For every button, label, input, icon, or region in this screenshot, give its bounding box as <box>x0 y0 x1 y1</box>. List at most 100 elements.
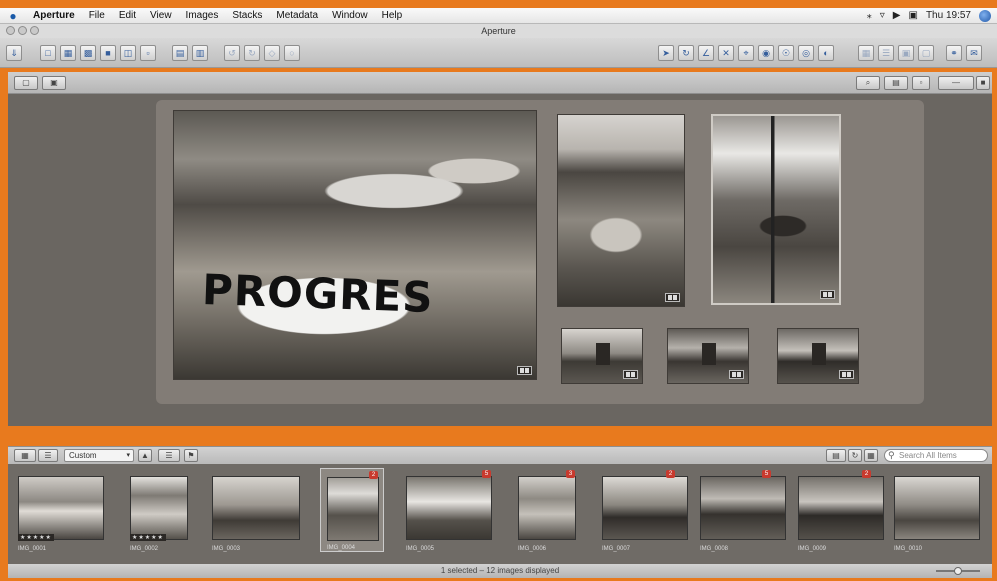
spot-patch-icon[interactable]: ◎ <box>798 45 814 61</box>
zoom-window-icon[interactable] <box>30 26 39 35</box>
photo-boat-beach[interactable] <box>557 114 685 307</box>
search-field[interactable]: ⚲ Search All Items <box>884 449 988 462</box>
stack-count-badge: 3 <box>566 470 575 478</box>
viewer-large-icon[interactable]: ■ <box>976 76 990 90</box>
select-icon[interactable]: ➤ <box>658 45 674 61</box>
thumbnail-image <box>602 476 688 540</box>
rotate-browser-icon[interactable]: ↻ <box>848 449 862 462</box>
filmstrip-thumb[interactable]: IMG_0010 <box>888 468 982 552</box>
menu-file[interactable]: File <box>82 10 112 21</box>
status-bar: 1 selected – 12 images displayed <box>8 564 992 578</box>
viewer-small-icon[interactable]: ▫ <box>912 76 930 90</box>
filmstrip-thumb[interactable]: ★★★★★ IMG_0001 <box>12 468 106 552</box>
menu-app-name[interactable]: Aperture <box>26 10 82 21</box>
bluetooth-icon[interactable]: ⁎ <box>867 10 872 21</box>
filmstrip-thumb[interactable]: 5 IMG_0005 <box>400 468 496 552</box>
sort-order-select[interactable]: Custom ▾ <box>64 449 134 462</box>
filmstrip-thumb[interactable]: 3 IMG_0006 <box>512 468 582 552</box>
list-view-icon[interactable]: ☰ <box>878 45 894 61</box>
stack-icon[interactable]: ▤ <box>172 45 188 61</box>
window-controls <box>6 26 39 35</box>
viewer-layout-icon[interactable]: ▤ <box>884 76 908 90</box>
list-browser-icon[interactable]: ☰ <box>38 449 58 462</box>
new-light-table-icon[interactable]: ■ <box>100 45 116 61</box>
adjust-icon[interactable]: ○ <box>284 45 300 61</box>
menu-view[interactable]: View <box>143 10 179 21</box>
filmstrip-thumb[interactable]: 5 IMG_0008 <box>694 468 788 552</box>
show-projects-icon[interactable]: ▢ <box>14 76 38 90</box>
grid-view-icon[interactable]: ▦ <box>858 45 874 61</box>
spotlight-icon[interactable] <box>979 9 991 22</box>
unstack-icon[interactable]: ▥ <box>192 45 208 61</box>
full-screen-icon[interactable]: ▢ <box>918 45 934 61</box>
filmstrip-thumb[interactable]: 2 IMG_0009 <box>792 468 886 552</box>
thumbnail-caption: IMG_0005 <box>406 546 435 552</box>
filmstrip-thumb[interactable]: ★★★★★ IMG_0002 <box>124 468 192 552</box>
thumbnail-image <box>700 476 786 540</box>
crop-icon[interactable]: ✕ <box>718 45 734 61</box>
menu-extras: ⁎ ▿ ▶ ▣ Thu 19:57 <box>867 9 997 22</box>
import-icon[interactable]: ⇓ <box>6 45 22 61</box>
menu-window[interactable]: Window <box>325 10 375 21</box>
show-inspector-icon[interactable]: ▣ <box>42 76 66 90</box>
email-icon[interactable]: ✉ <box>966 45 982 61</box>
thumbnail-image <box>894 476 980 540</box>
photo-church-1[interactable] <box>561 328 643 384</box>
thumbnail-caption: IMG_0001 <box>18 546 47 552</box>
photo-badge-icon <box>839 370 854 379</box>
grid-browser-icon[interactable]: ▦ <box>14 449 36 462</box>
photo-church-3[interactable] <box>777 328 859 384</box>
minimize-window-icon[interactable] <box>18 26 27 35</box>
stack-count-badge: 5 <box>762 470 771 478</box>
adjust-hud-icon[interactable]: ◐ <box>818 45 834 61</box>
thumbnail-image <box>130 476 188 540</box>
filmstrip-thumb-selected[interactable]: 2 IMG_0004 <box>320 468 384 552</box>
photo-church-2[interactable] <box>667 328 749 384</box>
menu-edit[interactable]: Edit <box>112 10 143 21</box>
sort-direction-icon[interactable]: ▲ <box>138 449 152 462</box>
viewer-zoom-icon[interactable]: ⌕ <box>856 76 880 90</box>
lift-stamp-icon[interactable]: ◉ <box>758 45 774 61</box>
thumbnail-image <box>327 477 379 541</box>
menu-bar: ● Aperture File Edit View Images Stacks … <box>0 8 997 24</box>
rotate-tool-icon[interactable]: ↻ <box>678 45 694 61</box>
viewer-size-slider[interactable]: — <box>938 76 974 90</box>
new-smart-album-icon[interactable]: ▩ <box>80 45 96 61</box>
slider-knob[interactable] <box>954 567 962 575</box>
stack-mode-icon[interactable]: ▤ <box>826 449 846 462</box>
straighten-icon[interactable]: ∠ <box>698 45 714 61</box>
menu-images[interactable]: Images <box>179 10 226 21</box>
rotate-right-icon[interactable]: ↻ <box>244 45 260 61</box>
keyword-icon[interactable]: ⚑ <box>184 449 198 462</box>
compare-icon[interactable]: ◇ <box>264 45 280 61</box>
volume-icon[interactable]: ▶ <box>893 10 901 21</box>
menu-help[interactable]: Help <box>375 10 410 21</box>
window-title-bar: Aperture <box>0 24 997 38</box>
filter-icon[interactable]: ▦ <box>864 449 878 462</box>
loupe-icon[interactable]: ⌖ <box>738 45 754 61</box>
close-window-icon[interactable] <box>6 26 15 35</box>
wifi-icon[interactable]: ▿ <box>880 10 885 21</box>
photo-progres-boat[interactable]: PROGRES <box>173 110 537 380</box>
filmstrip-thumb[interactable]: 2 IMG_0007 <box>596 468 690 552</box>
thumbnail-size-slider[interactable] <box>926 567 988 575</box>
new-web-gallery-icon[interactable]: ▫ <box>140 45 156 61</box>
photo-cross-silhouette[interactable] <box>711 114 841 305</box>
rotate-left-icon[interactable]: ↺ <box>224 45 240 61</box>
battery-icon[interactable]: ▣ <box>909 10 918 21</box>
new-project-icon[interactable]: □ <box>40 45 56 61</box>
menu-stacks[interactable]: Stacks <box>225 10 269 21</box>
viewer-mode-icon[interactable]: ▣ <box>898 45 914 61</box>
apple-menu-icon[interactable]: ● <box>0 9 26 23</box>
new-book-icon[interactable]: ◫ <box>120 45 136 61</box>
loupe-tool-icon[interactable]: ⚭ <box>946 45 962 61</box>
filmstrip-thumb[interactable]: IMG_0003 <box>206 468 304 552</box>
red-eye-icon[interactable]: ☉ <box>778 45 794 61</box>
filter-query-icon[interactable]: ☰ <box>158 449 180 462</box>
menu-metadata[interactable]: Metadata <box>269 10 325 21</box>
stack-count-badge: 2 <box>369 471 378 479</box>
new-album-icon[interactable]: ▦ <box>60 45 76 61</box>
clock-text[interactable]: Thu 19:57 <box>926 10 971 21</box>
search-placeholder: Search All Items <box>899 451 957 460</box>
thumbnail-image <box>18 476 104 540</box>
